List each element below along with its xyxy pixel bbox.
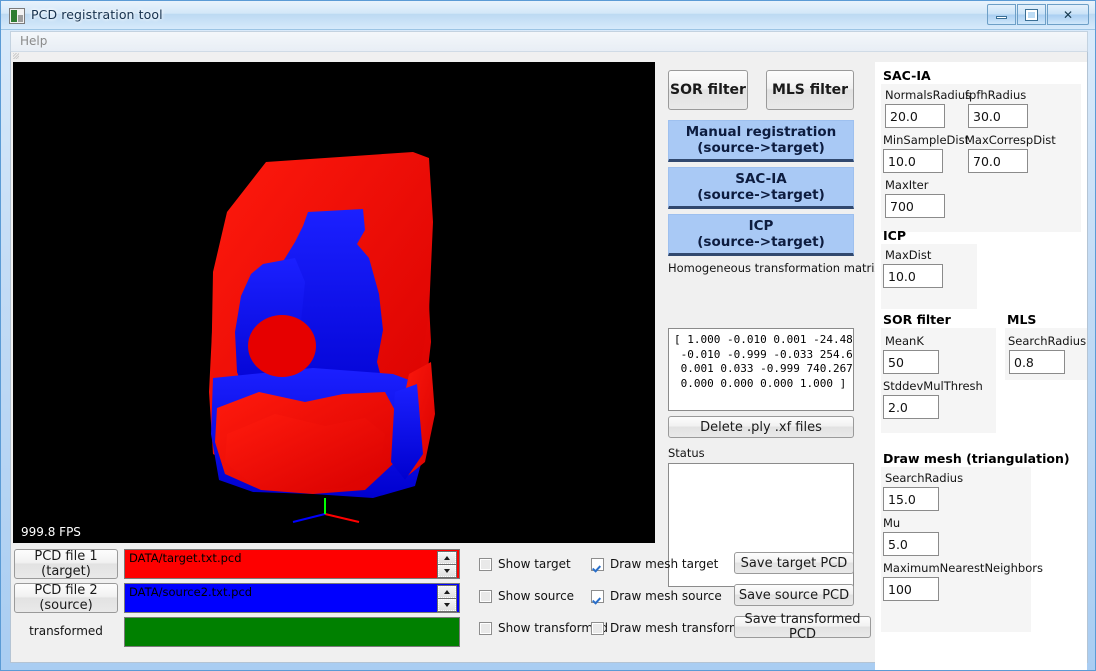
point-cloud-render: [209, 152, 435, 523]
status-label: Status: [668, 446, 705, 460]
pcd-file-1-button[interactable]: PCD file 1 (target): [14, 549, 118, 579]
sacia-line2: (source->target): [697, 187, 825, 203]
target-color-spin-down[interactable]: [437, 564, 457, 578]
checkbox-show-source[interactable]: Show source: [479, 589, 574, 603]
caret-up-icon: [444, 590, 450, 594]
resize-grip-icon: [13, 53, 19, 59]
maximize-button[interactable]: [1017, 4, 1046, 25]
caret-up-icon: [444, 556, 450, 560]
transformed-color-bar[interactable]: [124, 617, 460, 647]
manual-registration-line2: (source->target): [697, 140, 825, 156]
icp-line2: (source->target): [697, 234, 825, 250]
sacia-line1: SAC-IA: [735, 171, 787, 187]
group-title-sor: SOR filter: [883, 312, 951, 327]
group-title-icp: ICP: [883, 228, 906, 243]
checkbox-label: Draw mesh target: [610, 557, 719, 571]
label-maxnearestneighbors: MaximumNearestNeighbors: [883, 561, 1043, 575]
label-maxcorrespdist: MaxCorrespDist: [965, 133, 1056, 147]
window-title: PCD registration tool: [31, 7, 163, 22]
input-maxnearestneighbors[interactable]: 100: [883, 577, 939, 601]
checkbox-show-transformed[interactable]: Show transformed: [479, 621, 608, 635]
label-meank: MeanK: [885, 334, 924, 348]
save-source-pcd-button[interactable]: Save source PCD: [734, 584, 854, 606]
label-mesh-searchradius: SearchRadius: [885, 471, 964, 485]
parameters-panel: SAC-IA NormalsRadius 20.0 fpfhRadius 30.…: [875, 62, 1087, 670]
input-maxcorrespdist[interactable]: 70.0: [968, 149, 1028, 173]
save-transformed-pcd-button[interactable]: Save transformed PCD: [734, 612, 871, 642]
checkbox-box-icon: [591, 621, 604, 635]
label-minsampledist: MinSampleDist: [883, 133, 970, 147]
minimize-icon: [996, 16, 1007, 19]
input-minsampledist[interactable]: 10.0: [883, 149, 943, 173]
label-fpfhradius: fpfhRadius: [965, 88, 1027, 102]
mls-filter-button[interactable]: MLS filter: [766, 70, 854, 110]
target-color-spin-up[interactable]: [437, 551, 457, 565]
label-mls-searchradius: SearchRadius: [1008, 334, 1087, 348]
maximize-icon: [1025, 8, 1038, 21]
manual-registration-line1: Manual registration: [685, 124, 837, 140]
checkbox-box-icon: [479, 621, 492, 635]
label-normalsradius: NormalsRadius: [885, 88, 972, 102]
icp-registration-button[interactable]: ICP (source->target): [668, 214, 854, 256]
application-window: PCD registration tool ✕ Help 999.8 FPS S…: [0, 0, 1096, 671]
client-area: 999.8 FPS SOR filter MLS filter Manual r…: [10, 51, 1088, 670]
menu-bar: Help: [10, 31, 1088, 51]
fps-counter: 999.8 FPS: [21, 525, 81, 539]
point-cloud-viewport[interactable]: 999.8 FPS: [13, 62, 655, 543]
checkbox-mesh-source[interactable]: Draw mesh source: [591, 589, 722, 603]
checkbox-label: Show source: [498, 589, 575, 603]
checkbox-box-icon: [479, 557, 492, 571]
group-title-mesh: Draw mesh (triangulation): [883, 451, 1070, 466]
manual-registration-button[interactable]: Manual registration (source->target): [668, 120, 854, 162]
input-maxiter[interactable]: 700: [885, 194, 945, 218]
source-color-spin-down[interactable]: [437, 598, 457, 612]
checkbox-mesh-transformed[interactable]: Draw mesh transformed: [591, 621, 756, 635]
group-title-sacia: SAC-IA: [883, 68, 931, 83]
checkbox-mesh-target[interactable]: Draw mesh target: [591, 557, 718, 571]
label-mu: Mu: [883, 516, 901, 530]
source-color-spin-up[interactable]: [437, 585, 457, 599]
input-maxdist[interactable]: 10.0: [883, 264, 943, 288]
delete-files-button[interactable]: Delete .ply .xf files: [668, 416, 854, 438]
checkbox-label: Draw mesh source: [610, 589, 722, 603]
checkbox-show-target[interactable]: Show target: [479, 557, 571, 571]
caret-down-icon: [444, 569, 450, 573]
checkbox-box-icon: [479, 589, 492, 603]
matrix-label: Homogeneous transformation matrix: [668, 261, 882, 275]
label-maxdist: MaxDist: [885, 248, 932, 262]
input-fpfhradius[interactable]: 30.0: [968, 104, 1028, 128]
input-meank[interactable]: 50: [883, 350, 939, 374]
input-stddevmulthresh[interactable]: 2.0: [883, 395, 939, 419]
minimize-button[interactable]: [987, 4, 1016, 25]
label-stddevmulthresh: StddevMulThresh: [883, 379, 983, 393]
sor-filter-button[interactable]: SOR filter: [668, 70, 748, 110]
transformed-label: transformed: [29, 624, 103, 638]
input-mu[interactable]: 5.0: [883, 532, 939, 556]
app-icon: [9, 8, 25, 24]
source-color-bar[interactable]: DATA/source2.txt.pcd: [124, 583, 460, 613]
checkbox-label: Show target: [498, 557, 571, 571]
label-maxiter: MaxIter: [885, 178, 929, 192]
input-normalsradius[interactable]: 20.0: [885, 104, 945, 128]
checkbox-box-icon: [591, 557, 604, 571]
close-icon: ✕: [1062, 7, 1074, 22]
title-bar: PCD registration tool ✕: [1, 1, 1095, 30]
source-file-path: DATA/source2.txt.pcd: [129, 585, 253, 599]
sacia-registration-button[interactable]: SAC-IA (source->target): [668, 167, 854, 209]
input-mls-searchradius[interactable]: 0.8: [1009, 350, 1065, 374]
icp-line1: ICP: [748, 218, 774, 234]
input-mesh-searchradius[interactable]: 15.0: [883, 487, 939, 511]
group-title-mls: MLS: [1007, 312, 1037, 327]
caret-down-icon: [444, 603, 450, 607]
checkbox-box-icon: [591, 589, 604, 603]
transformation-matrix-display: [ 1.000 -0.010 0.001 -24.482 -0.010 -0.9…: [668, 328, 854, 411]
target-file-path: DATA/target.txt.pcd: [129, 551, 242, 565]
pcd-file-2-button[interactable]: PCD file 2 (source): [14, 583, 118, 613]
target-color-bar[interactable]: DATA/target.txt.pcd: [124, 549, 460, 579]
save-target-pcd-button[interactable]: Save target PCD: [734, 552, 854, 574]
close-button[interactable]: ✕: [1047, 4, 1089, 25]
menu-item-help[interactable]: Help: [20, 34, 47, 48]
